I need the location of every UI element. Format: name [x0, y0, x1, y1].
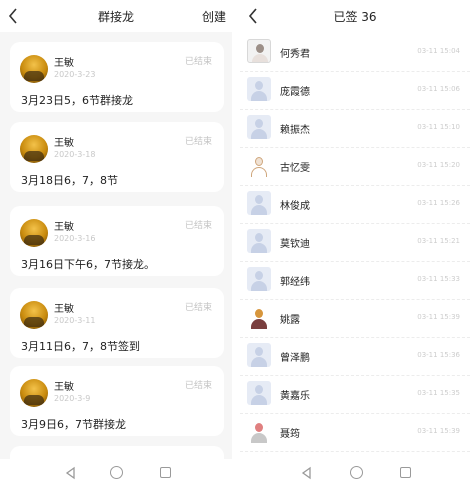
create-button[interactable]: 创建: [202, 8, 226, 25]
member-row[interactable]: 曾泽鹏 03-11 15:36: [240, 338, 470, 376]
solitaire-card[interactable]: 王敏 2020-3-11 已结束 3月11日6，7，8节签到: [10, 288, 224, 358]
status-badge: 已结束: [184, 57, 212, 67]
post-date: 2020-3-23: [54, 70, 96, 79]
page-title: 已签 36: [333, 10, 377, 24]
post-date: 2020-3-9: [54, 394, 91, 403]
member-row[interactable]: 庞霞德 03-11 15:06: [240, 72, 470, 110]
member-name: 姚露: [280, 315, 300, 326]
member-row[interactable]: 聂筠 03-11 15:39: [240, 414, 470, 452]
nav-recent-square-icon[interactable]: [400, 467, 411, 478]
member-row[interactable]: 古忆雯 03-11 15:20: [240, 148, 470, 186]
solitaire-card[interactable]: 王敏 2020-3-18 已结束 3月18日6，7，8节: [10, 122, 224, 192]
member-name: 黄嘉乐: [280, 391, 310, 402]
avatar: [20, 55, 48, 83]
system-nav-bar: [0, 459, 232, 487]
right-header: 已签 36: [240, 0, 470, 32]
avatar: [20, 219, 48, 247]
member-row[interactable]: 郭经纬 03-11 15:33: [240, 262, 470, 300]
member-row[interactable]: 林俊成 03-11 15:26: [240, 186, 470, 224]
member-name: 莫钦迪: [280, 239, 310, 250]
avatar: [20, 135, 48, 163]
pane-divider: [232, 0, 240, 487]
avatar: [20, 301, 48, 329]
post-date: 2020-3-18: [54, 150, 96, 159]
sign-time: 03-11 15:04: [417, 47, 460, 55]
avatar: [247, 419, 271, 443]
post-date: 2020-3-16: [54, 234, 96, 243]
solitaire-title: 3月23日5，6节群接龙: [21, 94, 133, 107]
default-avatar-icon: [247, 77, 271, 101]
status-badge: 已结束: [184, 303, 212, 313]
author-name: 王敏: [54, 222, 74, 233]
member-name: 聂筠: [280, 429, 300, 440]
member-row[interactable]: 何秀君 03-11 15:04: [240, 34, 470, 72]
solitaire-card[interactable]: 王敏 2020-3-23 已结束 3月23日5，6节群接龙: [10, 42, 224, 112]
sign-time: 03-11 15:26: [417, 199, 460, 207]
nav-home-circle-icon[interactable]: [350, 466, 363, 479]
nav-home-circle-icon[interactable]: [110, 466, 123, 479]
nav-back-triangle-icon[interactable]: [64, 466, 78, 480]
system-nav-bar: [240, 459, 470, 487]
page-title: 群接龙: [97, 10, 134, 24]
member-row[interactable]: 姚露 03-11 15:39: [240, 300, 470, 338]
default-avatar-icon: [247, 381, 271, 405]
default-avatar-icon: [247, 343, 271, 367]
member-name: 曾泽鹏: [280, 353, 310, 364]
sign-time: 03-11 15:21: [417, 237, 460, 245]
member-name: 郭经纬: [280, 277, 310, 288]
solitaire-title: 3月9日6，7节群接龙: [21, 418, 126, 431]
member-row[interactable]: 莫钦迪 03-11 15:21: [240, 224, 470, 262]
post-date: 2020-3-11: [54, 316, 96, 325]
default-avatar-icon: [247, 115, 271, 139]
solitaire-card[interactable]: 王敏 2020-3-16 已结束 3月16日下午6，7节接龙。: [10, 206, 224, 276]
default-avatar-icon: [247, 267, 271, 291]
solitaire-card[interactable]: 王敏 2020-3-9 已结束 3月9日6，7节群接龙: [10, 366, 224, 436]
member-name: 古忆雯: [280, 163, 310, 174]
member-name: 赖振杰: [280, 125, 310, 136]
nav-recent-square-icon[interactable]: [160, 467, 171, 478]
sign-time: 03-11 15:35: [417, 389, 460, 397]
avatar: [247, 305, 271, 329]
sign-time: 03-11 15:39: [417, 427, 460, 435]
avatar: [247, 153, 271, 177]
avatar: [20, 379, 48, 407]
sign-time: 03-11 15:20: [417, 161, 460, 169]
member-name: 何秀君: [280, 49, 310, 60]
group-solitaire-list-pane: 群接龙 创建 王敏 2020-3-23 已结束 3月23日5，6节群接龙 王敏 …: [0, 0, 232, 487]
sign-time: 03-11 15:33: [417, 275, 460, 283]
author-name: 王敏: [54, 304, 74, 315]
member-row[interactable]: 赖振杰 03-11 15:10: [240, 110, 470, 148]
sign-time: 03-11 15:10: [417, 123, 460, 131]
nav-back-triangle-icon[interactable]: [300, 466, 314, 480]
member-name: 庞霞德: [280, 87, 310, 98]
author-name: 王敏: [54, 58, 74, 69]
member-name: 林俊成: [280, 201, 310, 212]
avatar: [247, 39, 271, 63]
solitaire-title: 3月16日下午6，7节接龙。: [21, 258, 155, 271]
sign-time: 03-11 15:39: [417, 313, 460, 321]
left-header: 群接龙 创建: [0, 0, 232, 32]
author-name: 王敏: [54, 138, 74, 149]
member-row[interactable]: 黄嘉乐 03-11 15:35: [240, 376, 470, 414]
status-badge: 已结束: [184, 221, 212, 231]
screen: 群接龙 创建 王敏 2020-3-23 已结束 3月23日5，6节群接龙 王敏 …: [0, 0, 470, 487]
sign-time: 03-11 15:06: [417, 85, 460, 93]
solitaire-title: 3月11日6，7，8节签到: [21, 340, 140, 353]
sign-time: 03-11 15:36: [417, 351, 460, 359]
status-badge: 已结束: [184, 381, 212, 391]
signed-members-pane: 已签 36 何秀君 03-11 15:04 庞霞德 03-11 15:06 赖振…: [240, 0, 470, 487]
default-avatar-icon: [247, 229, 271, 253]
solitaire-title: 3月18日6，7，8节: [21, 174, 118, 187]
status-badge: 已结束: [184, 137, 212, 147]
default-avatar-icon: [247, 191, 271, 215]
author-name: 王敏: [54, 382, 74, 393]
